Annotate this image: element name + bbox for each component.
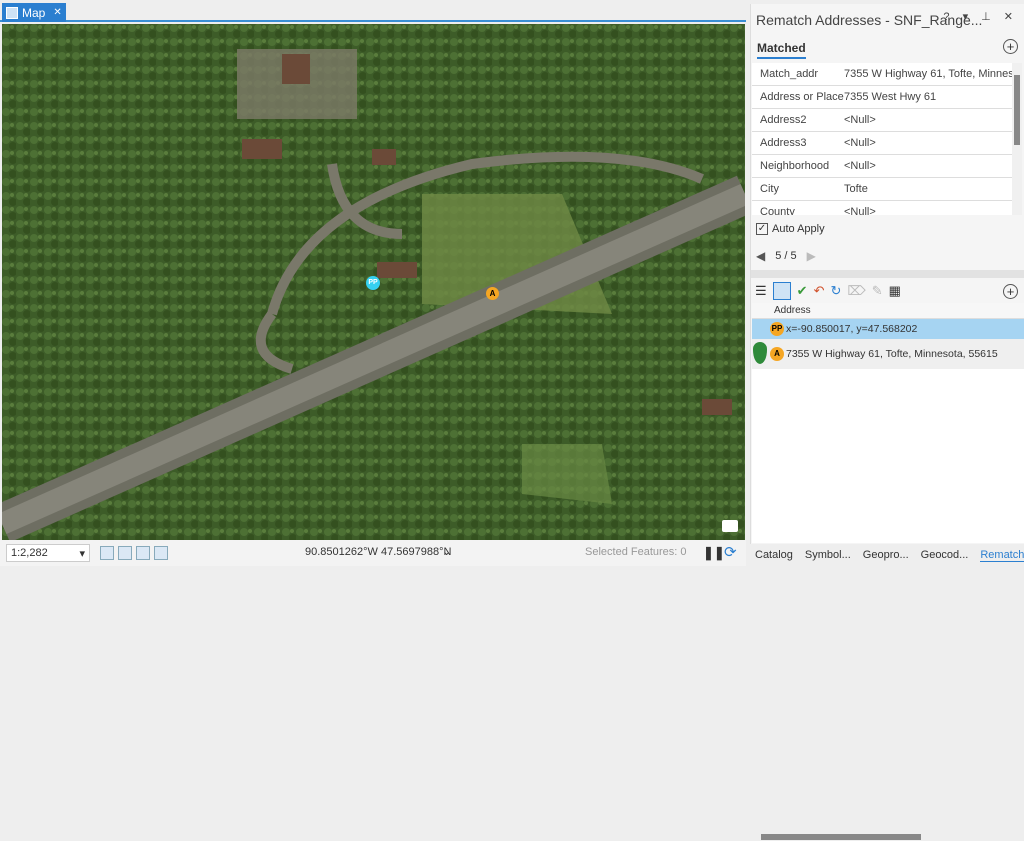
vertical-scrollbar[interactable] [1012,63,1022,215]
location-pin-icon [753,342,767,364]
add-icon[interactable]: + [1003,284,1018,299]
attr-value[interactable]: 7355 West Hwy 61 [844,91,1012,103]
bottom-tabs: Catalog Symbol... Geopro... Geocod... Re… [750,544,1024,566]
attr-key: Match_addr [760,68,819,80]
attribute-row[interactable]: County <Null> [752,201,1012,215]
candidates-table: Address PP x=-90.850017, y=47.568202 A 735… [752,303,1024,841]
candidate-row[interactable]: PP x=-90.850017, y=47.568202 [752,319,1024,339]
attribute-row[interactable]: Address3 <Null> [752,132,1012,155]
tab-geocode[interactable]: Geocod... [921,549,969,561]
tab-label: Map [22,5,46,20]
attr-key: County [760,206,795,215]
attribute-row[interactable]: Match_addr 7355 W Highway 61, Tofte, Minn… [752,63,1012,86]
attr-key: Address or Place [760,91,844,103]
chevron-down-icon[interactable]: ⌄ [442,545,451,558]
chevron-down-icon: ▾ [79,547,85,560]
candidate-badge: PP [770,322,784,336]
previous-icon[interactable]: ◀ [756,249,765,263]
refresh-icon[interactable]: ⟳ [724,543,737,561]
candidates-toolbar: ☰ ✔ ↶ ↻ ⌦ ✎ ▦ [751,279,1024,303]
checkbox[interactable]: ✓ [756,223,768,235]
attr-value[interactable]: <Null> [844,206,1012,215]
pane-controls[interactable]: ? ▾ ⊥ ✕ [943,10,1018,23]
attr-value[interactable]: <Null> [844,137,1012,149]
candidate-text: 7355 W Highway 61, Tofte, Minnesota, 556… [786,348,998,360]
attr-key: Address3 [760,137,807,149]
marker-pp[interactable]: PP [366,276,380,290]
auto-apply-label: Auto Apply [772,223,825,235]
check-icon[interactable]: ✔ [797,283,808,299]
tab-map[interactable]: Map ✕ [2,3,66,22]
attr-value[interactable]: <Null> [844,114,1012,126]
status-bar: 1:2,282 ▾ 90.8501262°W 47.5697988°N ⌄ Sel… [0,540,746,566]
rematch-addresses-pane: Rematch Addresses - SNF_Range... ? ▾ ⊥ ✕… [750,4,1024,841]
candidate-row[interactable]: A 7355 W Highway 61, Tofte, Minnesota, 55… [752,339,1024,369]
menu-icon[interactable]: ☰ [755,283,767,299]
auto-apply-checkbox[interactable]: ✓ Auto Apply [756,223,825,235]
attr-key: Neighborhood [760,160,830,172]
rematch-icon[interactable]: ↻ [830,283,841,299]
grid-snap-icon[interactable] [118,546,132,560]
notes-icon[interactable] [722,520,738,532]
zoom-to-candidate-icon[interactable] [772,282,791,300]
tab-geoprocessing[interactable]: Geopro... [863,549,909,561]
page-indicator: 5 / 5 [775,250,797,262]
table-icon[interactable]: ▦ [889,283,901,299]
attribute-row[interactable]: Neighborhood <Null> [752,155,1012,178]
pager: ◀ 5 / 5 ▶ [756,249,816,263]
table-icon[interactable] [136,546,150,560]
attr-value[interactable]: 7355 W Highway 61, Tofte, Minnesota, 556… [844,68,1012,80]
map-view[interactable]: PP A [2,24,745,540]
tab-symbology[interactable]: Symbol... [805,549,851,561]
marker-a[interactable]: A [486,287,499,300]
attr-value[interactable]: Tofte [844,183,1012,195]
selected-features[interactable]: Selected Features: 0 [585,546,687,558]
attribute-row[interactable]: City Tofte [752,178,1012,201]
coordinates-readout[interactable]: 90.8501262°W 47.5697988°N [305,546,451,558]
attribute-table: Match_addr 7355 W Highway 61, Tofte, Minn… [752,63,1012,215]
next-icon[interactable]: ▶ [807,249,816,263]
column-header-address[interactable]: Address [752,303,1024,319]
tab-catalog[interactable]: Catalog [755,549,793,561]
tab-bar: Map ✕ [0,0,746,22]
fixed-zoom-icon[interactable] [100,546,114,560]
attribute-row[interactable]: Address2 <Null> [752,109,1012,132]
edit-icon[interactable]: ✎ [872,283,883,299]
candidate-badge: A [770,347,784,361]
attr-key: Address2 [760,114,807,126]
divider [751,270,1024,278]
pause-icon[interactable]: ❚❚ [703,545,725,561]
map-icon [6,6,18,19]
attr-key: City [760,183,779,195]
attribute-row[interactable]: Address or Place 7355 West Hwy 61 [752,86,1012,109]
scale-value: 1:2,282 [11,547,48,559]
north-arrow-icon[interactable] [154,546,168,560]
horizontal-scrollbar[interactable] [753,833,1023,841]
candidate-text: x=-90.850017, y=47.568202 [786,323,918,335]
unmatch-icon[interactable]: ⌦ [847,283,865,299]
add-icon[interactable]: + [1003,39,1018,54]
attr-value[interactable]: <Null> [844,160,1012,172]
tab-matched[interactable]: Matched [757,41,806,59]
undo-match-icon[interactable]: ↶ [814,283,825,299]
close-icon[interactable]: ✕ [53,7,61,18]
tab-rematch[interactable]: Rematch... [980,549,1024,562]
scale-select[interactable]: 1:2,282 ▾ [6,544,90,562]
